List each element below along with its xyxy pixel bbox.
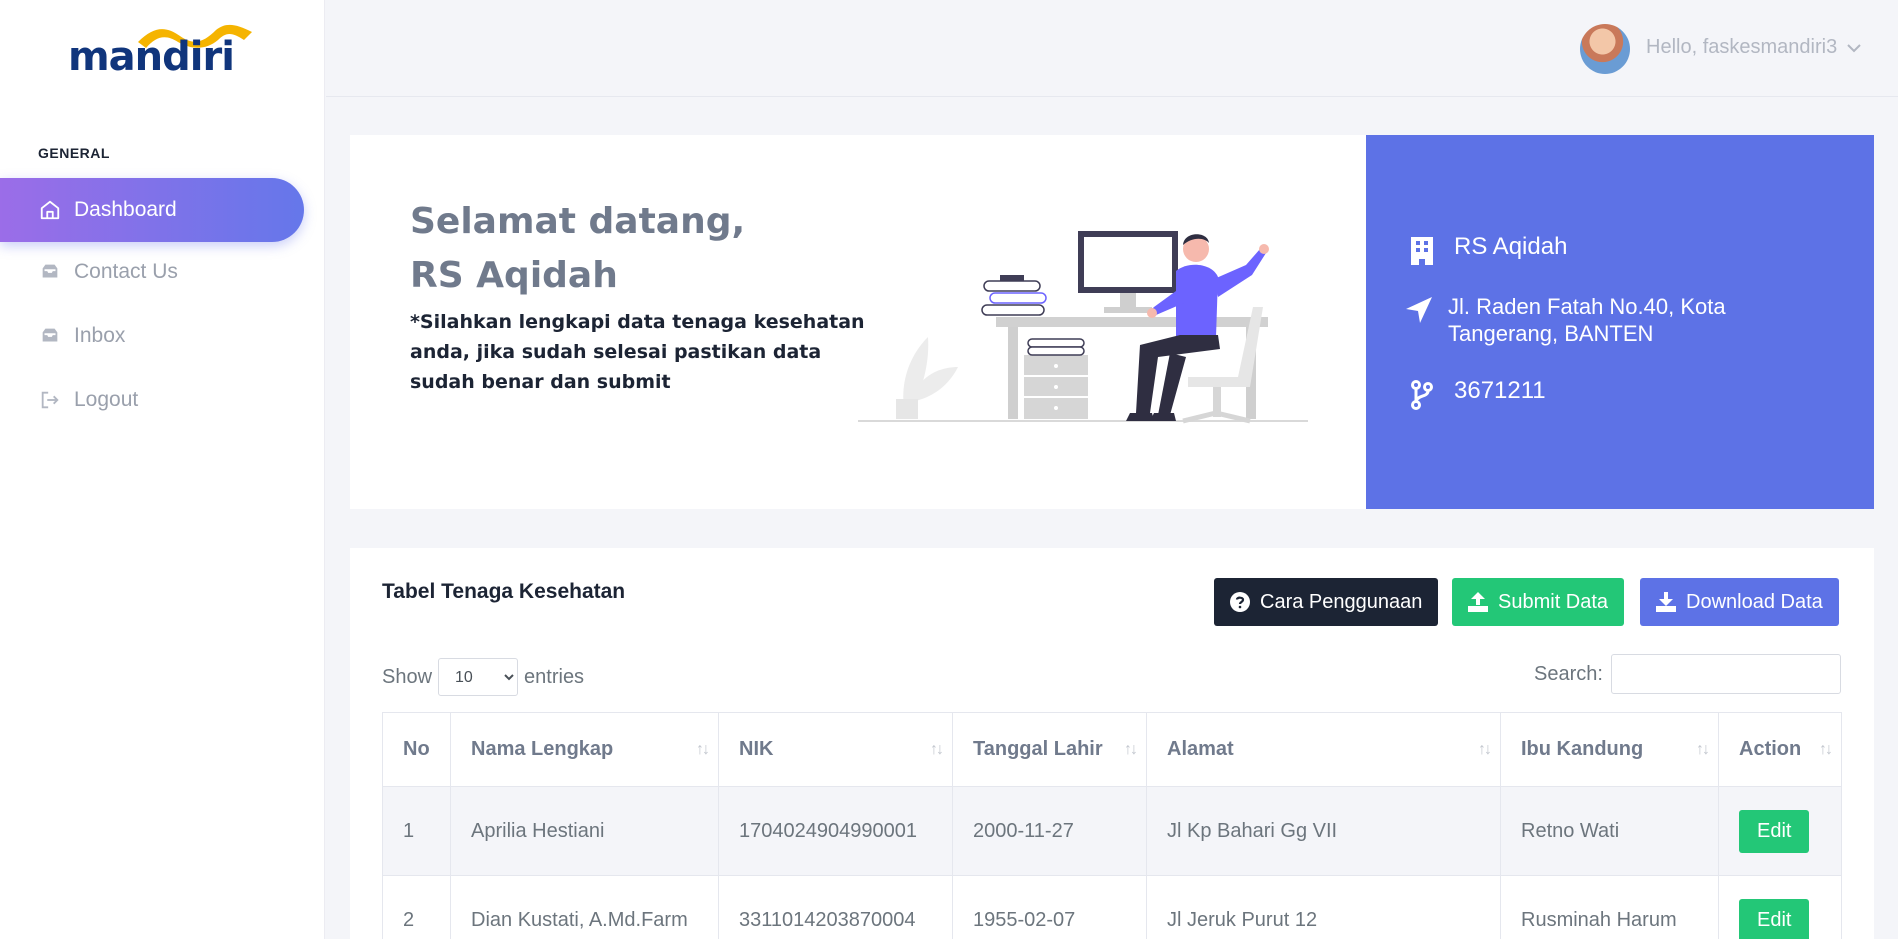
usage-guide-button[interactable]: Cara Penggunaan: [1214, 578, 1439, 626]
column-header-tanggal-lahir[interactable]: Tanggal Lahir ↑↓: [952, 712, 1147, 787]
facility-address: Jl. Raden Fatah No.40, Kota Tangerang, B…: [1448, 294, 1726, 346]
location-arrow-icon: [1404, 293, 1434, 325]
table-header-row: No Nama Lengkap ↑↓ NIK ↑↓ Tanggal Lahir ↑↓ …: [382, 712, 1842, 787]
table-search: Search:: [1534, 654, 1841, 694]
facility-name-row: RS Aqidah: [1404, 233, 1567, 265]
submit-data-label: Submit Data: [1498, 590, 1609, 613]
logout-icon: [38, 388, 62, 412]
cell-ibu-kandung: Retno Wati: [1500, 786, 1719, 876]
user-greeting: Hello, faskesmandiri3: [1646, 36, 1838, 58]
sort-icon: ↑↓: [696, 741, 710, 758]
search-label: Search:: [1534, 662, 1603, 685]
hospital-building-icon: [1404, 233, 1440, 265]
cell-alamat: Jl Jeruk Purut 12: [1146, 875, 1501, 939]
chevron-down-icon: [1847, 36, 1861, 59]
entries-label: entries: [524, 665, 585, 688]
sort-icon: ↑↓: [1819, 741, 1833, 758]
cell-tanggal-lahir: 1955-02-07: [952, 875, 1147, 939]
submit-data-button[interactable]: Submit Data: [1452, 578, 1625, 626]
cell-ibu-kandung: Rusminah Harum: [1500, 875, 1719, 939]
code-branch-icon: [1404, 377, 1440, 411]
sidebar: mandiri GENERAL Dashboard Contact Us Inb…: [0, 0, 325, 939]
sidebar-item-dashboard[interactable]: Dashboard: [0, 178, 304, 242]
sidebar-item-label: Logout: [74, 388, 139, 411]
welcome-line-2: RS Aqidah: [410, 255, 618, 296]
show-label: Show: [382, 665, 433, 688]
sidebar-item-label: Contact Us: [74, 260, 178, 283]
column-header-ibu-kandung[interactable]: Ibu Kandung ↑↓: [1500, 712, 1719, 787]
facility-info-card: RS Aqidah Jl. Raden Fatah No.40, Kota Ta…: [1366, 135, 1874, 509]
sidebar-item-inbox[interactable]: Inbox: [0, 304, 304, 368]
facility-code-row: 3671211: [1404, 377, 1546, 411]
logo-text: mandiri: [68, 34, 235, 80]
sidebar-item-contact-us[interactable]: Contact Us: [0, 240, 304, 304]
welcome-heading: Selamat datang, RS Aqidah: [410, 195, 745, 303]
sidebar-item-logout[interactable]: Logout: [0, 368, 304, 432]
sidebar-item-label: Dashboard: [74, 198, 177, 221]
cell-no: 2: [382, 875, 451, 939]
entries-select[interactable]: 10: [438, 658, 519, 696]
cell-no: 1: [382, 786, 451, 876]
column-header-alamat[interactable]: Alamat ↑↓: [1146, 712, 1501, 787]
home-icon: [38, 198, 62, 222]
table-row: 2 Dian Kustati, A.Md.Farm 33110142038700…: [382, 875, 1842, 939]
inbox-tray-icon: [38, 324, 62, 348]
download-data-label: Download Data: [1686, 590, 1823, 613]
facility-code: 3671211: [1454, 377, 1546, 404]
sidebar-section-label: GENERAL: [38, 145, 110, 161]
cell-nik: 3311014203870004: [718, 875, 953, 939]
health-workers-table: No Nama Lengkap ↑↓ NIK ↑↓ Tanggal Lahir ↑↓ …: [382, 712, 1842, 939]
search-input[interactable]: [1610, 654, 1841, 694]
entries-length-control: Show 10 entries: [382, 658, 584, 696]
person-at-desk-illustration: [858, 231, 1308, 424]
inbox-tray-icon: [38, 260, 62, 284]
cell-tanggal-lahir: 2000-11-27: [952, 786, 1147, 876]
cell-action: Edit: [1718, 875, 1842, 939]
user-menu[interactable]: Hello, faskesmandiri3: [1646, 36, 1861, 59]
table-row: 1 Aprilia Hestiani 1704024904990001 2000…: [382, 786, 1842, 876]
cell-alamat: Jl Kp Bahari Gg VII: [1146, 786, 1501, 876]
welcome-card: Selamat datang, RS Aqidah *Silahkan leng…: [350, 135, 1366, 509]
cell-action: Edit: [1718, 786, 1842, 876]
question-circle-icon: [1230, 592, 1250, 612]
sort-icon: ↑↓: [1478, 741, 1492, 758]
facility-name: RS Aqidah: [1454, 233, 1568, 260]
sort-icon: ↑↓: [1124, 741, 1138, 758]
column-header-no[interactable]: No: [382, 712, 451, 787]
edit-button[interactable]: Edit: [1739, 809, 1810, 853]
column-header-nik[interactable]: NIK ↑↓: [718, 712, 953, 787]
table-title: Tabel Tenaga Kesehatan: [382, 580, 626, 603]
upload-icon: [1468, 592, 1488, 612]
facility-address-row: Jl. Raden Fatah No.40, Kota Tangerang, B…: [1404, 293, 1804, 347]
usage-guide-label: Cara Penggunaan: [1260, 590, 1423, 613]
sort-icon: ↑↓: [930, 741, 944, 758]
download-icon: [1656, 592, 1676, 612]
column-header-action[interactable]: Action ↑↓: [1718, 712, 1842, 787]
health-workers-table-card: Tabel Tenaga Kesehatan Cara Penggunaan S…: [350, 548, 1874, 939]
cell-nik: 1704024904990001: [718, 786, 953, 876]
download-data-button[interactable]: Download Data: [1640, 578, 1839, 626]
sort-icon: ↑↓: [1696, 741, 1710, 758]
sidebar-item-label: Inbox: [74, 324, 126, 347]
column-header-nama-lengkap[interactable]: Nama Lengkap ↑↓: [450, 712, 719, 787]
cell-nama: Aprilia Hestiani: [450, 786, 719, 876]
welcome-instruction: *Silahkan lengkapi data tenaga kesehatan…: [410, 311, 865, 393]
edit-button[interactable]: Edit: [1739, 898, 1810, 939]
cell-nama: Dian Kustati, A.Md.Farm: [450, 875, 719, 939]
mandiri-logo[interactable]: mandiri: [68, 20, 258, 82]
avatar[interactable]: [1580, 24, 1630, 74]
welcome-line-1: Selamat datang,: [410, 201, 746, 242]
